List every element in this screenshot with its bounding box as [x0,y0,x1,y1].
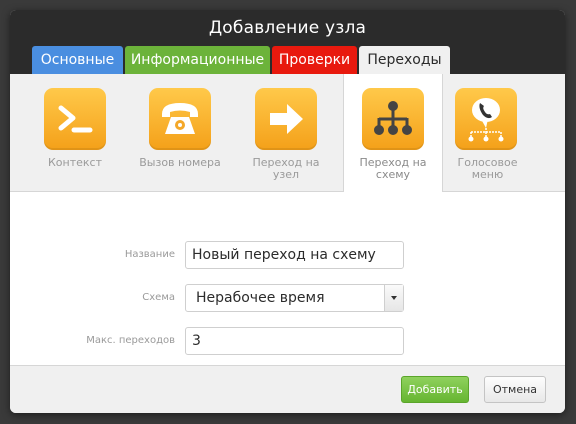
node-type-context[interactable]: Контекст [33,74,117,191]
add-button[interactable]: Добавить [401,376,469,403]
node-type-label: Голосовое меню [457,156,518,181]
dialog-titlebar: Добавление узла Основные Информационные … [10,10,565,76]
tab-main[interactable]: Основные [32,46,123,75]
node-type-label: Переход на схему [359,156,427,181]
tab-checks[interactable]: Проверки [272,46,357,75]
node-type-label: Вызов номера [139,156,221,169]
hierarchy-scheme-icon [362,88,424,150]
name-label: Название [124,249,175,260]
node-type-dial-number[interactable]: Вызов номера [137,74,223,191]
chevron-down-icon[interactable] [384,285,403,311]
node-type-label: Переход на узел [252,156,320,181]
scheme-select[interactable]: Нерабочее время [185,284,404,312]
name-input[interactable]: Новый переход на схему [185,241,404,269]
tab-transitions[interactable]: Переходы [359,46,450,76]
max-transitions-input[interactable]: 3 [185,327,404,355]
arrow-right-icon [255,88,317,150]
voice-menu-icon [455,88,517,150]
dialog-footer: Добавить Отмена [10,366,565,413]
scheme-label: Схема [142,292,175,303]
node-type-label: Контекст [47,156,102,169]
tab-informational[interactable]: Информационные [125,46,270,75]
node-type-goto-scheme[interactable]: Переход на схему [343,74,443,192]
telephone-icon [149,88,211,150]
scheme-select-value: Нерабочее время [196,290,325,306]
node-type-voice-menu[interactable]: Голосовое меню [441,74,534,191]
dialog-title: Добавление узла [208,18,367,38]
node-form: Название Новый переход на схему Схема Не… [10,192,565,366]
cancel-button[interactable]: Отмена [484,376,546,403]
context-prompt-icon [44,88,106,150]
node-type-picker: Контекст Вызов номера Переход на узел Пе… [10,74,565,192]
node-type-goto-node[interactable]: Переход на узел [243,74,329,191]
add-node-dialog: Добавление узла Основные Информационные … [10,10,565,413]
max-transitions-label: Макс. переходов [86,335,175,346]
